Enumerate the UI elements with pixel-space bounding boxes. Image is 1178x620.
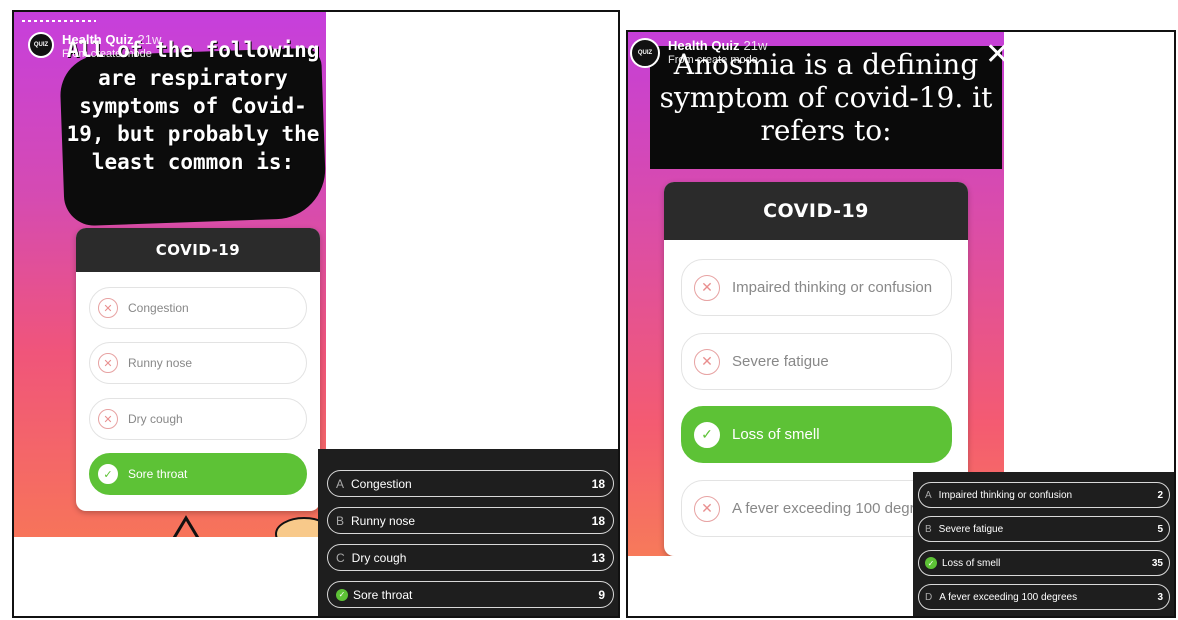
result-count: 5 — [1157, 523, 1163, 535]
result-row: A Congestion 18 — [327, 470, 614, 497]
quiz-option-label: Runny nose — [128, 356, 193, 370]
x-circle-icon: ✕ — [98, 353, 118, 373]
result-label: Sore throat — [353, 587, 413, 602]
result-label: Congestion — [351, 476, 412, 491]
quiz-option-label: A fever exceeding 100 degrees — [732, 500, 939, 517]
quiz-option-label: Sore throat — [128, 467, 188, 481]
result-label: Impaired thinking or confusion — [938, 489, 1073, 501]
x-circle-icon: ✕ — [98, 409, 118, 429]
x-circle-icon: ✕ — [98, 298, 118, 318]
result-count: 9 — [598, 587, 605, 602]
result-count: 3 — [1157, 591, 1163, 603]
check-circle-icon: ✓ — [694, 421, 720, 448]
quiz-title: COVID-19 — [664, 182, 968, 240]
quiz-option[interactable]: ✕ Severe fatigue — [681, 333, 952, 390]
quiz-option[interactable]: ✕ Runny nose — [89, 342, 307, 384]
quiz-results-panel: A Congestion 18 B Runny nose 18 C Dry co… — [318, 449, 618, 616]
quiz-option-label: Severe fatigue — [732, 353, 829, 370]
quiz-option-label: Loss of smell — [732, 426, 820, 443]
result-letter: D — [925, 591, 933, 603]
result-letter: B — [336, 513, 345, 528]
quiz-option-label: Congestion — [128, 301, 189, 315]
story-progress-bar — [22, 20, 96, 22]
quiz-option[interactable]: ✕ A fever exceeding 100 degrees — [681, 480, 952, 537]
account-name[interactable]: Health Quiz — [668, 38, 740, 53]
story-background: All of the following are respiratory sym… — [14, 12, 326, 537]
check-circle-icon: ✓ — [336, 588, 348, 601]
result-letter: A — [925, 489, 932, 501]
result-label: Dry cough — [351, 550, 407, 565]
x-circle-icon: ✕ — [694, 348, 720, 375]
quiz-option-label: Dry cough — [128, 412, 183, 426]
quiz-option[interactable]: ✕ Impaired thinking or confusion — [681, 259, 952, 316]
sticker-doodle — [172, 515, 324, 537]
result-count: 13 — [591, 550, 605, 565]
result-count: 2 — [1157, 489, 1163, 501]
result-letter: A — [336, 476, 345, 491]
close-icon[interactable]: ✕ — [985, 40, 1004, 70]
story-header: QUIZ Health Quiz 21w From create mode — [630, 38, 767, 68]
quiz-option-correct[interactable]: ✓ Loss of smell — [681, 406, 952, 463]
quiz-title: COVID-19 — [76, 228, 320, 272]
result-row: A Impaired thinking or confusion 2 — [918, 482, 1170, 508]
right-story-screenshot: Anosmia is a defining symptom of covid-1… — [626, 30, 1176, 618]
quiz-sticker: COVID-19 ✕ Congestion ✕ Runny nose ✕ Dry… — [76, 228, 320, 511]
quiz-option-label: Impaired thinking or confusion — [732, 279, 933, 296]
post-subtitle: From create mode — [62, 47, 152, 60]
result-count: 35 — [1151, 557, 1163, 569]
account-avatar[interactable]: QUIZ — [28, 32, 54, 58]
quiz-option[interactable]: ✕ Congestion — [89, 287, 307, 329]
left-story-screenshot: All of the following are respiratory sym… — [12, 10, 620, 618]
result-row: C Dry cough 13 — [327, 544, 614, 571]
x-circle-icon: ✕ — [694, 274, 720, 301]
account-avatar[interactable]: QUIZ — [630, 38, 660, 68]
quiz-results-panel: A Impaired thinking or confusion 2 B Sev… — [913, 472, 1174, 616]
account-name[interactable]: Health Quiz — [62, 32, 134, 47]
story-header: QUIZ Health Quiz 21w From create mode — [28, 32, 161, 60]
quiz-option-correct[interactable]: ✓ Sore throat — [89, 453, 307, 495]
result-letter: B — [925, 523, 932, 535]
result-row-correct: ✓ Loss of smell 35 — [918, 550, 1170, 576]
result-row: B Severe fatigue 5 — [918, 516, 1170, 542]
quiz-option[interactable]: ✕ Dry cough — [89, 398, 307, 440]
x-circle-icon: ✕ — [694, 495, 720, 522]
result-label: Severe fatigue — [938, 523, 1004, 535]
post-subtitle: From create mode — [668, 53, 758, 66]
result-row: D A fever exceeding 100 degrees 3 — [918, 584, 1170, 610]
check-circle-icon: ✓ — [925, 557, 937, 569]
result-label: A fever exceeding 100 degrees — [939, 591, 1078, 603]
result-letter: C — [336, 550, 345, 565]
post-age: 21w — [743, 38, 768, 53]
result-count: 18 — [591, 476, 605, 491]
result-row: B Runny nose 18 — [327, 507, 614, 534]
result-label: Runny nose — [351, 513, 416, 528]
result-count: 18 — [591, 513, 605, 528]
result-row-correct: ✓ Sore throat 9 — [327, 581, 614, 608]
result-label: Loss of smell — [942, 557, 1001, 569]
check-circle-icon: ✓ — [98, 464, 118, 484]
post-age: 21w — [137, 32, 162, 47]
